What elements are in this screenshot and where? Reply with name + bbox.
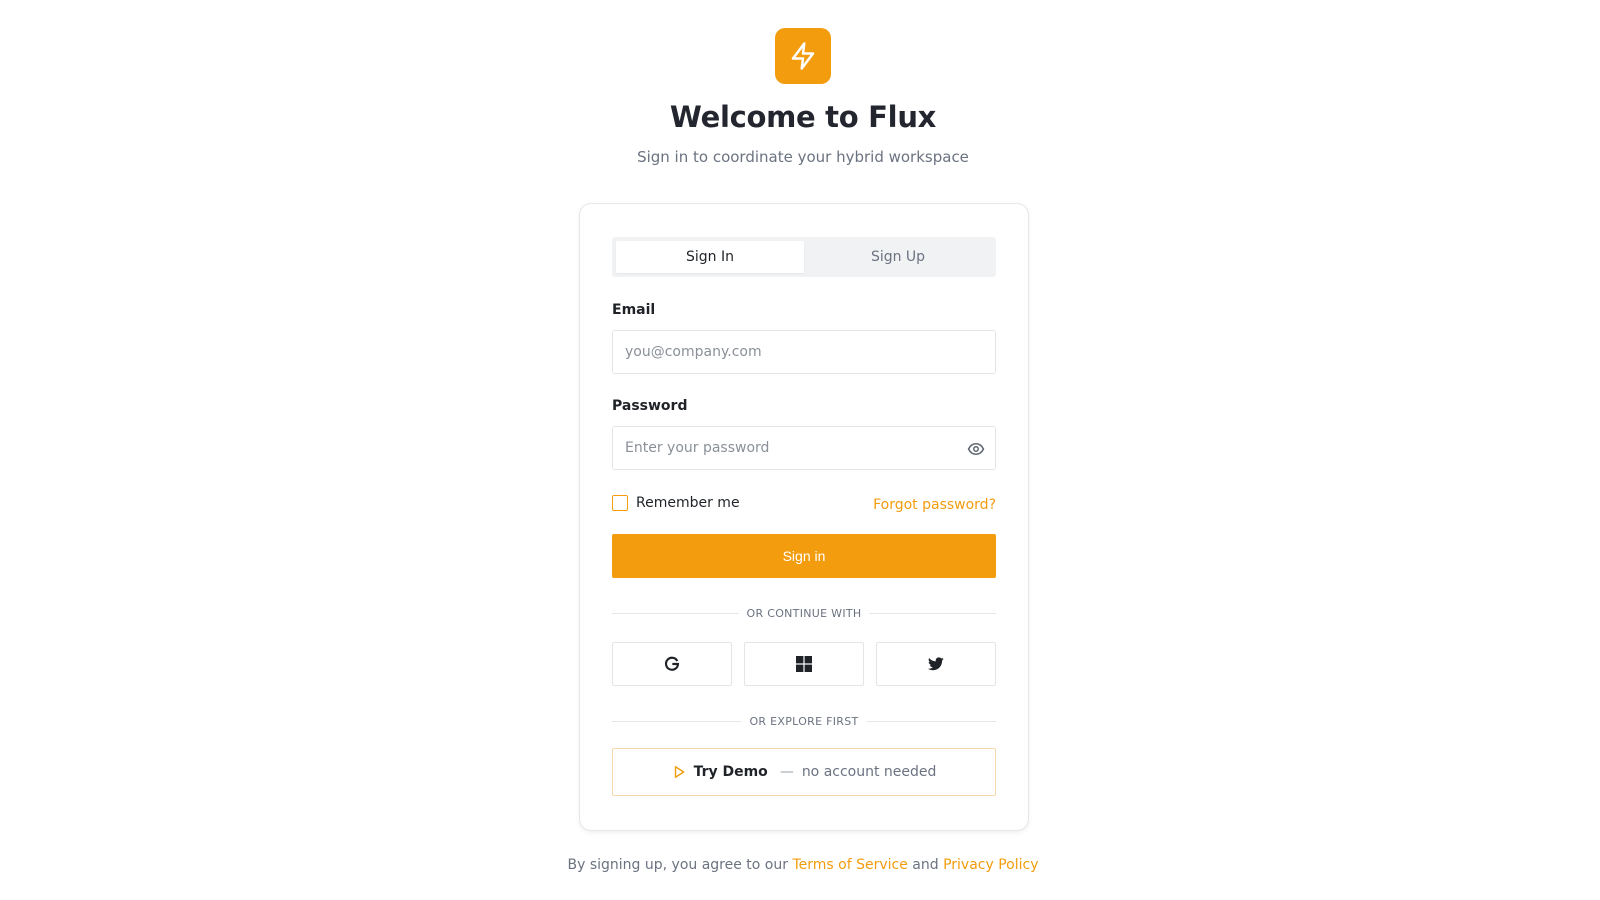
remember-me[interactable]: Remember me bbox=[612, 495, 740, 511]
try-demo-button[interactable]: Try Demo — no account needed bbox=[612, 748, 996, 796]
divider-line bbox=[612, 720, 742, 722]
tab-sign-in[interactable]: Sign In bbox=[616, 241, 804, 273]
privacy-policy-link[interactable]: Privacy Policy bbox=[943, 857, 1038, 873]
footer-and-text: and bbox=[907, 857, 944, 873]
twitter-login-button[interactable] bbox=[876, 642, 996, 686]
login-page: Welcome to Flux Sign in to coordinate yo… bbox=[0, 0, 1600, 900]
password-field-wrapper bbox=[612, 426, 996, 470]
try-demo-sublabel: no account needed bbox=[801, 764, 937, 780]
eye-icon[interactable] bbox=[967, 440, 985, 458]
auth-tabs: Sign In Sign Up bbox=[612, 237, 996, 277]
explore-divider: OR EXPLORE FIRST bbox=[612, 714, 996, 728]
email-field-wrapper bbox=[612, 330, 996, 374]
twitter-icon bbox=[928, 657, 944, 671]
continue-divider: OR CONTINUE WITH bbox=[612, 606, 996, 620]
try-demo-dash: — bbox=[779, 764, 794, 780]
sign-in-button[interactable]: Sign in bbox=[612, 534, 996, 578]
email-field[interactable] bbox=[613, 331, 995, 373]
lightning-bolt-icon bbox=[791, 42, 815, 70]
legal-footer: By signing up, you agree to our Terms of… bbox=[0, 857, 1600, 873]
terms-of-service-link[interactable]: Terms of Service bbox=[792, 857, 907, 873]
password-field[interactable] bbox=[613, 427, 995, 469]
email-label: Email bbox=[612, 302, 656, 318]
microsoft-login-button[interactable] bbox=[744, 642, 864, 686]
windows-icon bbox=[796, 656, 812, 672]
google-login-button[interactable] bbox=[612, 642, 732, 686]
tab-sign-up[interactable]: Sign Up bbox=[804, 241, 992, 273]
app-logo bbox=[775, 28, 831, 84]
continue-divider-label: OR CONTINUE WITH bbox=[746, 606, 862, 620]
password-label: Password bbox=[612, 398, 688, 414]
page-subtitle: Sign in to coordinate your hybrid worksp… bbox=[637, 148, 969, 166]
auth-card: Sign In Sign Up Email Password Remember … bbox=[579, 203, 1029, 831]
divider-line bbox=[869, 612, 996, 614]
remember-checkbox[interactable] bbox=[612, 495, 628, 511]
page-title: Welcome to Flux bbox=[669, 100, 937, 134]
google-icon bbox=[664, 656, 680, 671]
remember-label: Remember me bbox=[636, 495, 740, 511]
explore-divider-label: OR EXPLORE FIRST bbox=[749, 714, 859, 728]
play-icon bbox=[674, 766, 684, 778]
footer-prefix: By signing up, you agree to our bbox=[567, 857, 793, 873]
divider-line bbox=[612, 612, 739, 614]
forgot-password-link[interactable]: Forgot password? bbox=[873, 497, 996, 513]
divider-line bbox=[866, 720, 996, 722]
social-login-buttons bbox=[612, 642, 996, 686]
try-demo-label: Try Demo bbox=[693, 764, 768, 780]
